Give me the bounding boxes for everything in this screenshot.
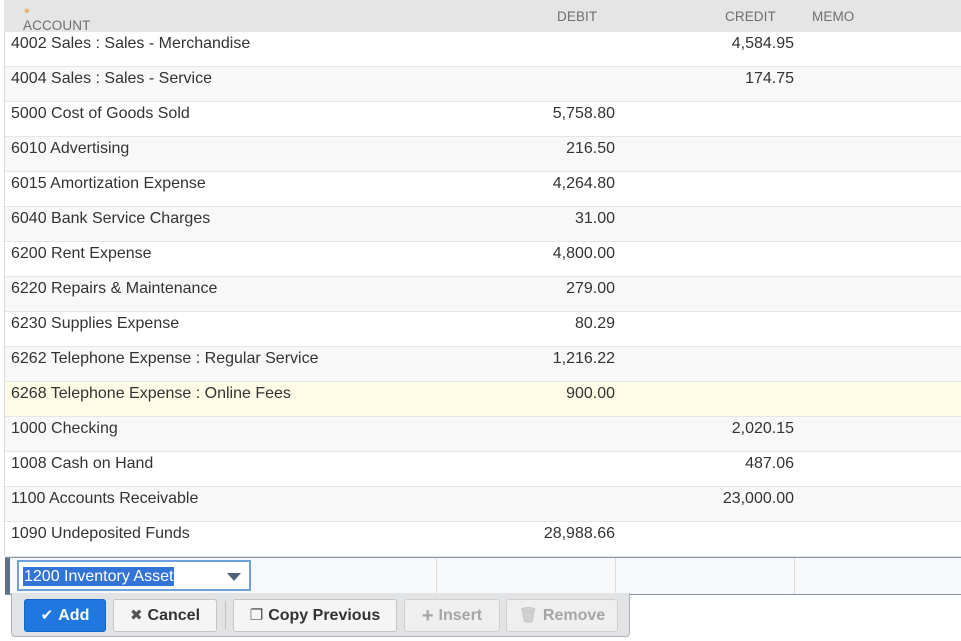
account-combobox[interactable]: 1200 Inventory Asset [17,560,251,591]
account-cell[interactable]: 6230 Supplies Expense [11,315,179,333]
remove-button[interactable]: 🗑 Remove [506,599,618,632]
checkmark-icon: ✔ [40,607,54,624]
debit-cell[interactable]: 216.50 [566,140,615,158]
copy-previous-button[interactable]: ❐ Copy Previous [233,599,397,632]
column-header-account[interactable]: ACCOUNT * [23,5,90,33]
column-header-memo[interactable]: MEMO [812,9,854,24]
grid-rows: 4002 Sales : Sales - Merchandise 4,584.95… [5,32,961,557]
table-row[interactable]: 1008 Cash on Hand 487.06 [5,452,961,487]
account-cell[interactable]: 6010 Advertising [11,140,129,158]
table-row[interactable]: 6230 Supplies Expense 80.29 [5,312,961,347]
insert-button-label: Insert [438,606,483,624]
cancel-button-label: Cancel [147,606,201,624]
account-combobox-value[interactable]: 1200 Inventory Asset [23,567,175,586]
account-cell[interactable]: 1090 Undeposited Funds [11,525,190,543]
row-edit-toolbar: ✔ Add ✖ Cancel ❐ Copy Previous + Insert … [11,593,630,637]
debit-cell[interactable]: 80.29 [575,315,615,333]
debit-cell[interactable]: 4,264.80 [553,175,615,193]
table-row[interactable]: 6010 Advertising 216.50 [5,137,961,172]
account-cell[interactable]: 6220 Repairs & Maintenance [11,280,217,298]
table-row[interactable]: 6268 Telephone Expense : Online Fees 900.… [5,382,961,417]
chevron-down-icon[interactable] [227,573,241,581]
account-cell[interactable]: 6040 Bank Service Charges [11,210,210,228]
table-row[interactable]: 4004 Sales : Sales - Service 174.75 [5,67,961,102]
account-cell[interactable]: 6200 Rent Expense [11,245,152,263]
table-row[interactable]: 6015 Amortization Expense 4,264.80 [5,172,961,207]
copy-previous-button-label: Copy Previous [268,606,381,624]
account-cell[interactable]: 5000 Cost of Goods Sold [11,105,190,123]
column-header-debit[interactable]: DEBIT [557,9,597,24]
required-marker: * [24,5,30,22]
cell-divider [615,558,616,594]
close-icon: ✖ [129,607,143,624]
insert-button[interactable]: + Insert [404,599,500,632]
debit-cell[interactable]: 28,988.66 [544,525,615,543]
cancel-button[interactable]: ✖ Cancel [113,599,217,632]
account-cell[interactable]: 1008 Cash on Hand [11,455,153,473]
table-row[interactable]: 1090 Undeposited Funds 28,988.66 [5,522,961,557]
table-row[interactable]: 4002 Sales : Sales - Merchandise 4,584.95 [5,32,961,67]
account-cell[interactable]: 6015 Amortization Expense [11,175,206,193]
add-button-label: Add [58,606,90,624]
copy-icon: ❐ [249,607,264,624]
table-row[interactable]: 6200 Rent Expense 4,800.00 [5,242,961,277]
account-cell[interactable]: 4002 Sales : Sales - Merchandise [11,35,250,53]
debit-cell[interactable]: 1,216.22 [553,350,615,368]
cell-divider [794,558,795,594]
debit-cell[interactable]: 31.00 [575,210,615,228]
credit-cell[interactable]: 174.75 [745,70,794,88]
add-button[interactable]: ✔ Add [24,599,106,632]
debit-cell[interactable]: 5,758.80 [553,105,615,123]
edit-row-marker [5,558,10,594]
account-cell[interactable]: 1000 Checking [11,420,118,438]
plus-icon: + [421,604,434,627]
cell-divider [436,558,437,594]
debit-cell[interactable]: 279.00 [566,280,615,298]
credit-cell[interactable]: 23,000.00 [723,490,794,508]
credit-cell[interactable]: 4,584.95 [732,35,794,53]
account-cell[interactable]: 4004 Sales : Sales - Service [11,70,212,88]
account-cell[interactable]: 6262 Telephone Expense : Regular Service [11,350,318,368]
table-row[interactable]: 1000 Checking 2,020.15 [5,417,961,452]
remove-button-label: Remove [542,606,606,624]
trash-icon: 🗑 [518,607,538,624]
table-row[interactable]: 6220 Repairs & Maintenance 279.00 [5,277,961,312]
table-row[interactable]: 6040 Bank Service Charges 31.00 [5,207,961,242]
column-header-credit[interactable]: CREDIT [725,9,776,24]
table-row[interactable]: 1100 Accounts Receivable 23,000.00 [5,487,961,522]
debit-cell[interactable]: 900.00 [566,385,615,403]
grid-header: ACCOUNT * DEBIT CREDIT MEMO [4,0,961,33]
account-cell[interactable]: 1100 Accounts Receivable [11,490,198,508]
debit-cell[interactable]: 4,800.00 [553,245,615,263]
table-row[interactable]: 6262 Telephone Expense : Regular Service… [5,347,961,382]
account-cell[interactable]: 6268 Telephone Expense : Online Fees [11,385,291,403]
credit-cell[interactable]: 2,020.15 [732,420,794,438]
account-header-label: ACCOUNT [23,18,91,33]
table-row[interactable]: 5000 Cost of Goods Sold 5,758.80 [5,102,961,137]
toolbar-separator [225,601,226,629]
credit-cell[interactable]: 487.06 [745,455,794,473]
edit-row: 1200 Inventory Asset [5,557,961,595]
